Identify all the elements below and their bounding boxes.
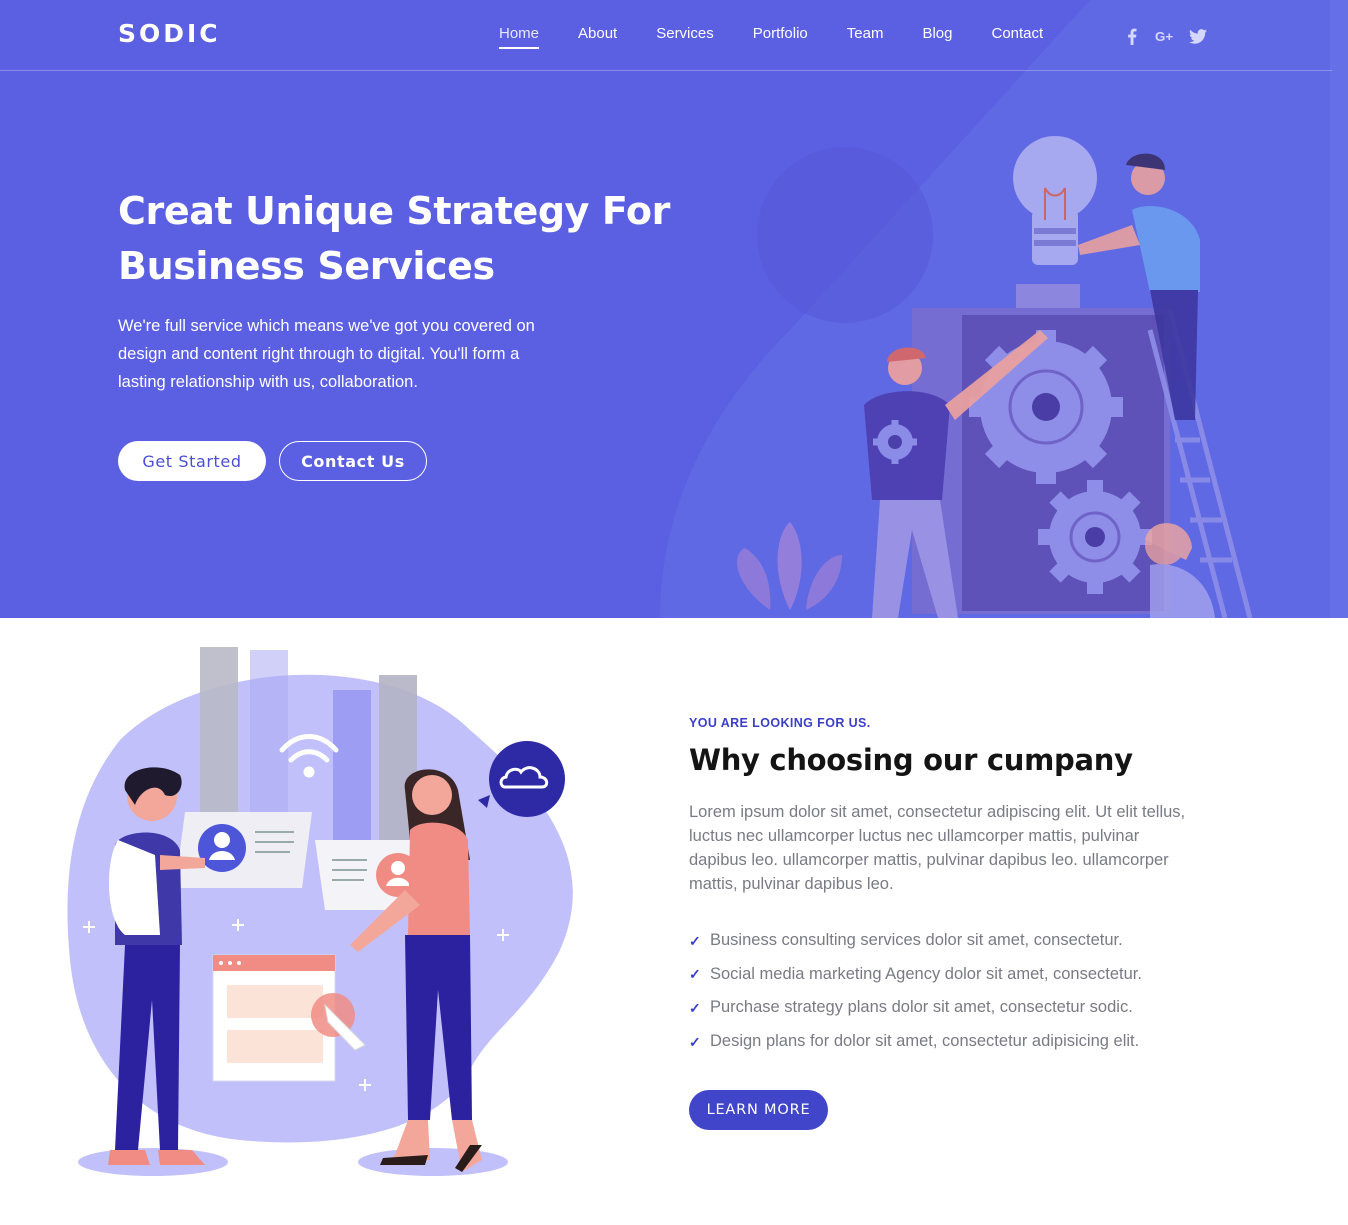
small-gear-icon xyxy=(1038,480,1152,594)
plant-leaves-icon xyxy=(737,522,842,610)
large-gear-icon xyxy=(969,330,1123,484)
social-links: G+ xyxy=(1122,26,1221,46)
nav-home[interactable]: Home xyxy=(499,25,540,49)
twitter-icon[interactable] xyxy=(1188,26,1208,46)
feature-item: ✓ Business consulting services dolor sit… xyxy=(689,924,1142,958)
contact-us-button[interactable]: Contact Us xyxy=(279,441,427,481)
hero-title: Creat Unique Strategy For Business Servi… xyxy=(118,184,678,294)
check-icon: ✓ xyxy=(689,932,701,949)
check-icon: ✓ xyxy=(689,1033,701,1050)
nav-blog[interactable]: Blog xyxy=(922,25,952,42)
feature-list: ✓ Business consulting services dolor sit… xyxy=(689,924,1142,1058)
google-plus-icon[interactable]: G+ xyxy=(1155,26,1175,46)
top-navigation-bar: SODIC Home About Services Portfolio Team… xyxy=(0,0,1332,71)
get-started-button[interactable]: Get Started xyxy=(118,441,266,481)
feature-text: Design plans for dolor sit amet, consect… xyxy=(710,1032,1140,1051)
nav-team[interactable]: Team xyxy=(847,25,884,42)
hero-title-line2: Business Services xyxy=(118,244,495,288)
feature-text: Social media marketing Agency dolor sit … xyxy=(710,964,1142,983)
teamwork-illustration xyxy=(67,647,573,1176)
nav-services[interactable]: Services xyxy=(656,25,714,42)
feature-item: ✓ Design plans for dolor sit amet, conse… xyxy=(689,1025,1142,1059)
nav-portfolio[interactable]: Portfolio xyxy=(753,25,808,42)
hero-title-line1: Creat Unique Strategy For xyxy=(118,189,670,233)
facebook-icon[interactable] xyxy=(1122,26,1142,46)
nav-about[interactable]: About xyxy=(578,25,617,42)
svg-text:G+: G+ xyxy=(1155,29,1173,43)
section-description: Lorem ipsum dolor sit amet, consectetur … xyxy=(689,803,1186,893)
feature-text: Purchase strategy plans dolor sit amet, … xyxy=(710,998,1133,1017)
site-logo[interactable]: SODIC xyxy=(118,19,221,48)
check-icon: ✓ xyxy=(689,999,701,1016)
nav-contact[interactable]: Contact xyxy=(992,25,1044,42)
strategy-illustration xyxy=(737,136,1253,618)
feature-text: Business consulting services dolor sit a… xyxy=(710,931,1123,950)
feature-item: ✓ Purchase strategy plans dolor sit amet… xyxy=(689,991,1142,1025)
section-title: Why choosing our cumpany xyxy=(689,743,1133,777)
main-nav: Home About Services Portfolio Team Blog … xyxy=(499,25,1082,49)
section-eyebrow: YOU ARE LOOKING FOR US. xyxy=(689,716,871,730)
check-icon: ✓ xyxy=(689,966,701,983)
hero-section: SODIC Home About Services Portfolio Team… xyxy=(0,0,1348,618)
learn-more-button[interactable]: LEARN MORE xyxy=(689,1090,828,1130)
feature-item: ✓ Social media marketing Agency dolor si… xyxy=(689,958,1142,992)
hero-description: We're full service which means we've got… xyxy=(118,317,535,391)
profile-card-left xyxy=(175,812,312,888)
